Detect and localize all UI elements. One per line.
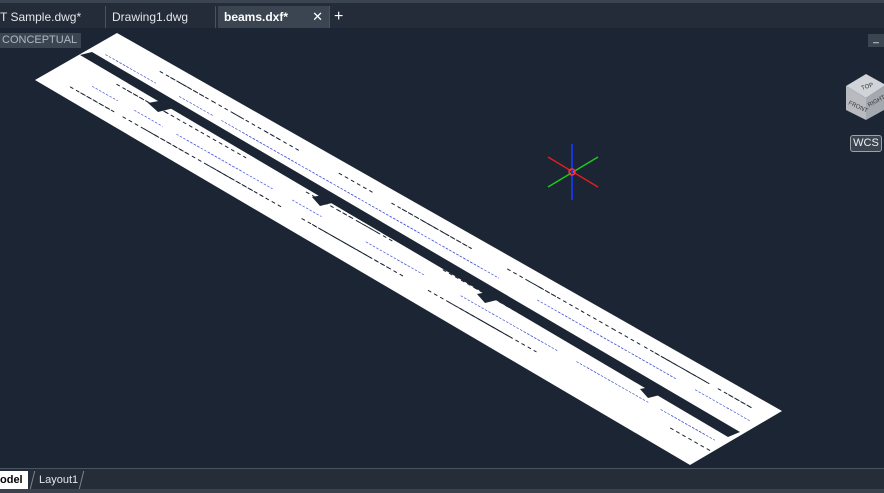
beam-plate-drawing: [35, 33, 782, 465]
status-bar-strip: [0, 489, 884, 493]
minimize-viewport-button[interactable]: _: [868, 34, 884, 47]
model-viewport[interactable]: TOP FRONT RIGHT: [0, 0, 884, 493]
ucs-axis-icon: [547, 144, 599, 200]
viewcube[interactable]: TOP FRONT RIGHT: [846, 74, 884, 120]
visual-style-label[interactable]: CONCEPTUAL: [0, 33, 82, 48]
tab-model[interactable]: odel: [0, 471, 28, 489]
tab-layout1-label: Layout1: [39, 474, 79, 486]
tab-layout1[interactable]: Layout1: [29, 471, 85, 489]
wcs-menu[interactable]: WCS: [850, 135, 882, 152]
